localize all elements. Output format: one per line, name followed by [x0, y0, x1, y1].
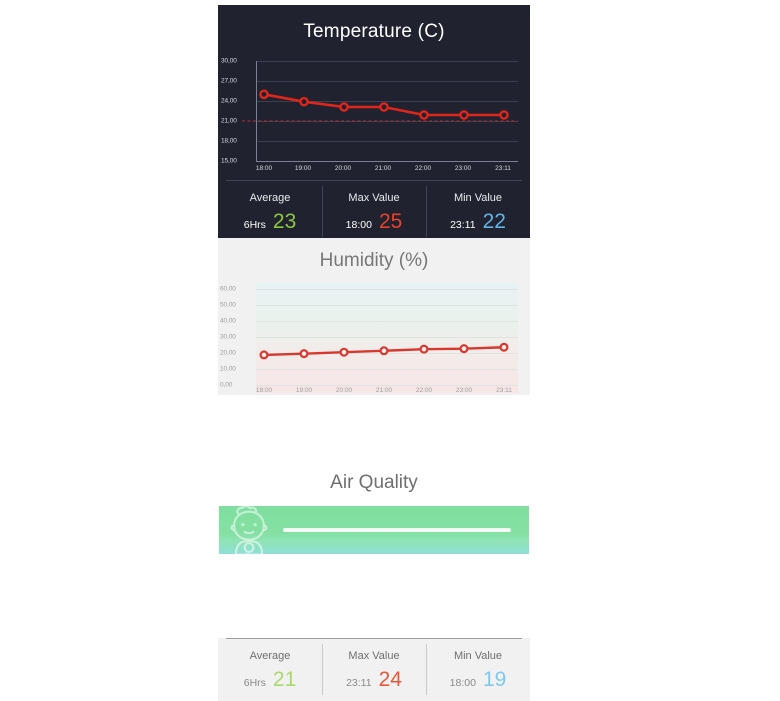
temperature-title: Temperature (C): [303, 21, 445, 42]
stat-value: 21: [272, 667, 297, 691]
stat-value: 23: [272, 209, 297, 233]
stat-label: Min Value: [453, 649, 503, 662]
stat-sub: 23:11: [346, 676, 372, 689]
stat-label: Max Value: [348, 649, 400, 662]
air-quality-bar[interactable]: [219, 506, 529, 554]
temperature-stats: Average 6Hrs 23 Max Value 18:00 25 Min V…: [218, 180, 530, 243]
stat-value: 24: [378, 667, 402, 691]
stat-min: Min Value 23:11 22: [426, 180, 530, 243]
y-tick-label: 0,00: [220, 381, 233, 389]
stat-value: 22: [482, 209, 506, 233]
y-tick-label: 60,00: [220, 285, 236, 293]
y-tick-label: 20,00: [220, 349, 236, 357]
y-tick-label: 30,00: [220, 333, 236, 341]
stat-sub: 23:11: [450, 218, 476, 231]
stat-value: 19: [482, 667, 507, 691]
humidity-chart: 60,00 50,00 40,00 30,00 20,00 10,00 0,00…: [220, 283, 518, 394]
humidity-card: Humidity (%) 60,00 50,00 40,00 30,00 20,…: [218, 238, 530, 701]
stat-label: Average: [249, 649, 291, 662]
air-quality-title: Air Quality: [330, 472, 418, 493]
y-tick-label: 40,00: [220, 317, 236, 325]
air-quality-level-track: [283, 528, 511, 532]
stat-sub: 6Hrs: [243, 218, 266, 231]
temperature-series-svg: [242, 89, 518, 122]
sensor-dashboard: Temperature (C) 30,00 27,00 24,00 21,00 …: [218, 0, 530, 701]
humidity-stats: Average 6Hrs 21 Max Value 23:11 24 Min V…: [218, 638, 530, 701]
y-tick-label: 10,00: [220, 365, 236, 373]
stat-min: Min Value 18:00 19: [426, 638, 530, 701]
stat-label: Max Value: [348, 191, 400, 204]
stat-sub: 18:00: [345, 218, 372, 231]
stat-average: Average 6Hrs 21: [218, 638, 322, 701]
stat-max: Max Value 23:11 24: [322, 638, 426, 701]
stat-label: Average: [249, 191, 291, 204]
stat-value: 25: [378, 209, 403, 233]
humidity-title: Humidity (%): [319, 250, 429, 271]
stat-max: Max Value 18:00 25: [322, 180, 426, 243]
humidity-series-svg: [259, 342, 509, 360]
stat-label: Min Value: [453, 191, 503, 204]
temperature-card: Temperature (C) 30,00 27,00 24,00 21,00 …: [218, 5, 530, 243]
stat-average: Average 6Hrs 23: [218, 180, 322, 243]
temperature-chart: 30,00 27,00 24,00 21,00 18,00 15,00 18:0…: [218, 53, 530, 173]
stat-sub: 6Hrs: [243, 676, 266, 689]
y-tick-label: 50,00: [220, 301, 236, 309]
baby-face-icon: [230, 506, 268, 554]
stat-sub: 18:00: [449, 676, 476, 689]
